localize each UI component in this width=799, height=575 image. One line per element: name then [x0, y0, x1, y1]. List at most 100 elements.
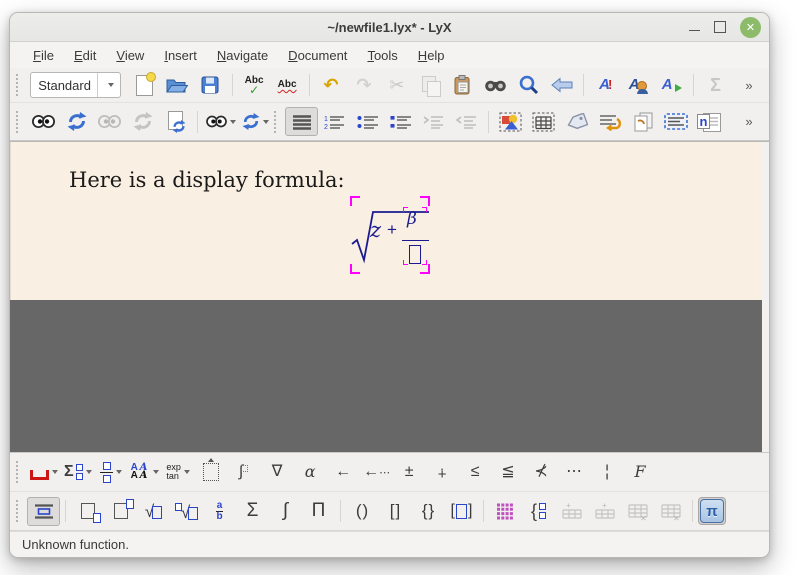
- toggle-display-formula-button[interactable]: [27, 497, 60, 526]
- math-functions-dropdown[interactable]: exp tan: [162, 458, 195, 487]
- labeled-list-button[interactable]: [384, 107, 417, 136]
- apply-last-style-button[interactable]: A: [655, 71, 688, 100]
- insert-fraction-button[interactable]: ab: [203, 497, 236, 526]
- menu-document[interactable]: Document: [279, 45, 356, 66]
- insert-braces-button[interactable]: {}: [412, 497, 445, 526]
- menu-view[interactable]: View: [107, 45, 153, 66]
- document-page[interactable]: Here is a display formula: z + β: [10, 142, 762, 300]
- update-document-button[interactable]: [159, 107, 192, 136]
- paragraph-standard-button[interactable]: [285, 107, 318, 136]
- toolbar-overflow-button[interactable]: »: [732, 71, 765, 100]
- toolbar-grip[interactable]: [274, 111, 280, 133]
- update-master-button[interactable]: [126, 107, 159, 136]
- paste-button[interactable]: [446, 71, 479, 100]
- dashed-arrows-panel-button[interactable]: ←⋯: [360, 458, 393, 487]
- spellcheck-button[interactable]: Abc✓: [238, 71, 271, 100]
- undo-button[interactable]: ↶: [314, 71, 347, 100]
- insert-citation-button[interactable]: [626, 107, 659, 136]
- paragraph-style-combobox[interactable]: Standard: [30, 72, 121, 98]
- toolbar-overflow-button[interactable]: »: [732, 107, 765, 136]
- menu-navigate[interactable]: Navigate: [208, 45, 277, 66]
- misc-panel-button[interactable]: ¦: [591, 458, 624, 487]
- view-button[interactable]: [27, 107, 60, 136]
- numbered-list-button[interactable]: 1 2: [318, 107, 351, 136]
- save-document-button[interactable]: [194, 71, 227, 100]
- insert-sum-button[interactable]: Σ: [236, 497, 269, 526]
- ams-operators-panel-button[interactable]: ·+: [426, 458, 459, 487]
- increase-depth-button[interactable]: [417, 107, 450, 136]
- insert-brackets-button[interactable]: []: [379, 497, 412, 526]
- math-delimiters-dropdown[interactable]: [27, 458, 61, 487]
- add-row-button[interactable]: +: [555, 497, 588, 526]
- empty-denominator-box[interactable]: [409, 245, 421, 264]
- add-column-button[interactable]: +: [588, 497, 621, 526]
- track-changes-button[interactable]: Abc: [271, 71, 304, 100]
- menu-edit[interactable]: Edit: [65, 45, 105, 66]
- operators-panel-button[interactable]: ∇: [261, 458, 294, 487]
- delete-column-button[interactable]: ✕: [654, 497, 687, 526]
- toolbar-grip[interactable]: [16, 461, 22, 483]
- find-replace-button[interactable]: [479, 71, 512, 100]
- cut-button[interactable]: ✂: [380, 71, 413, 100]
- close-button[interactable]: ✕: [740, 17, 761, 38]
- insert-cross-reference-button[interactable]: [593, 107, 626, 136]
- math-fonts-dropdown[interactable]: AA AA: [128, 458, 162, 487]
- insert-table-button[interactable]: [527, 107, 560, 136]
- big-operators-dropdown[interactable]: Σ: [61, 458, 95, 487]
- toolbar-grip[interactable]: [16, 111, 22, 133]
- insert-cases-environment-button[interactable]: {: [522, 497, 555, 526]
- insert-root-button[interactable]: √: [170, 497, 203, 526]
- update-other-formats-button[interactable]: [239, 107, 272, 136]
- open-document-button[interactable]: [161, 71, 194, 100]
- insert-cases-button[interactable]: [195, 458, 228, 487]
- subscript-button[interactable]: [71, 497, 104, 526]
- menu-tools[interactable]: Tools: [358, 45, 406, 66]
- fractions-dropdown[interactable]: [95, 458, 128, 487]
- insert-product-button[interactable]: Π: [302, 497, 335, 526]
- titlebar[interactable]: ~/newfile1.lyx* - LyX ✕: [10, 13, 769, 42]
- insert-parentheses-button[interactable]: (): [346, 497, 379, 526]
- view-master-button[interactable]: [93, 107, 126, 136]
- dots-panel-button[interactable]: ⋯: [558, 458, 591, 487]
- display-formula-inset[interactable]: z + β: [350, 196, 430, 274]
- relations-panel-button[interactable]: ≤: [459, 458, 492, 487]
- arrows-panel-button[interactable]: ←: [327, 458, 360, 487]
- binary-operators-panel-button[interactable]: ±: [393, 458, 426, 487]
- toolbar-grip[interactable]: [16, 74, 21, 96]
- insert-note-button[interactable]: n: [692, 107, 725, 136]
- insert-box-button[interactable]: [659, 107, 692, 136]
- paragraph-text[interactable]: Here is a display formula:: [69, 168, 345, 192]
- maximize-button[interactable]: [714, 21, 726, 33]
- view-other-formats-button[interactable]: [203, 107, 239, 136]
- new-document-button[interactable]: [128, 71, 161, 100]
- menu-insert[interactable]: Insert: [155, 45, 206, 66]
- insert-delimiters-button[interactable]: []: [445, 497, 478, 526]
- insert-integral-button[interactable]: ∫: [269, 497, 302, 526]
- emphasis-button[interactable]: A!: [589, 71, 622, 100]
- redo-button[interactable]: ↷: [347, 71, 380, 100]
- update-button[interactable]: [60, 107, 93, 136]
- menu-file[interactable]: File: [24, 45, 63, 66]
- superscript-button[interactable]: [104, 497, 137, 526]
- menu-help[interactable]: Help: [409, 45, 454, 66]
- copy-button[interactable]: [413, 71, 446, 100]
- bullet-list-button[interactable]: [351, 107, 384, 136]
- insert-graphics-button[interactable]: [494, 107, 527, 136]
- insert-matrix-button[interactable]: [489, 497, 522, 526]
- insert-label-button[interactable]: [560, 107, 593, 136]
- insert-math-button[interactable]: Σ: [699, 71, 732, 100]
- negative-relations-panel-button[interactable]: ⊀: [525, 458, 558, 487]
- toolbar-grip[interactable]: [16, 500, 22, 522]
- insert-sqrt-button[interactable]: √: [137, 497, 170, 526]
- decrease-depth-button[interactable]: [450, 107, 483, 136]
- navigate-back-button[interactable]: [545, 71, 578, 100]
- combobox-dropdown-icon[interactable]: [97, 73, 120, 97]
- delete-row-button[interactable]: ✕: [621, 497, 654, 526]
- noun-style-button[interactable]: A: [622, 71, 655, 100]
- minimize-button[interactable]: [689, 30, 700, 32]
- search-button[interactable]: [512, 71, 545, 100]
- ams-relations-panel-button[interactable]: ≦: [492, 458, 525, 487]
- ams-misc-panel-button[interactable]: F: [624, 458, 657, 487]
- math-panel-toggle-button[interactable]: π: [698, 497, 726, 525]
- integral-limits-button[interactable]: ∫: [228, 458, 261, 487]
